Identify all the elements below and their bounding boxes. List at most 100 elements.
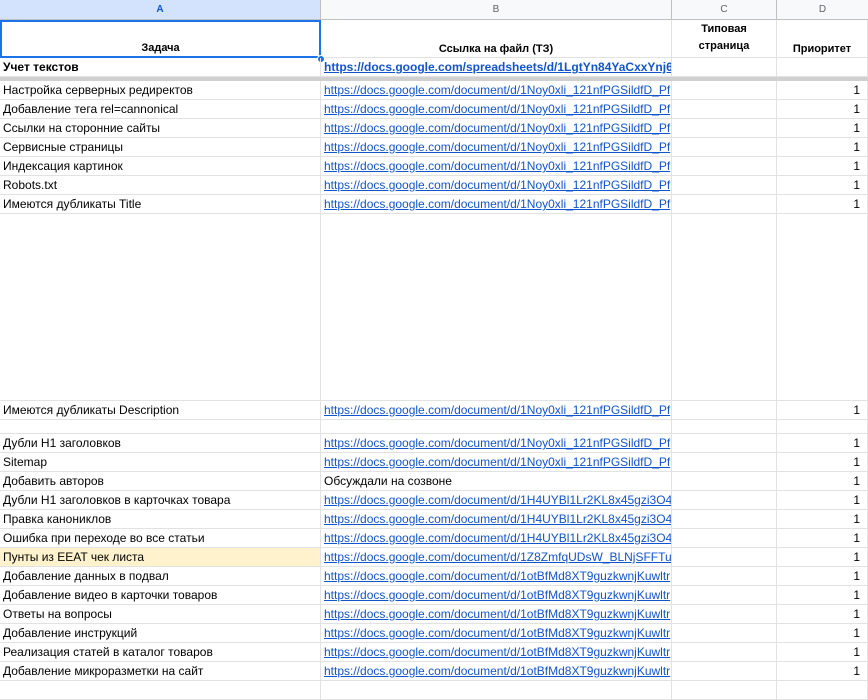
page-cell[interactable] (672, 605, 777, 624)
task-cell[interactable]: Имеются дубликаты Title (0, 195, 321, 214)
header-cell-priority[interactable]: Приоритет (777, 20, 868, 58)
link-cell[interactable]: https://docs.google.com/document/d/1Noy0… (321, 81, 672, 100)
column-header-d[interactable]: D (777, 0, 868, 19)
page-cell[interactable] (672, 624, 777, 643)
priority-cell[interactable]: 1 (777, 567, 868, 586)
task-cell[interactable]: Имеются дубликаты Description (0, 401, 321, 420)
page-cell[interactable] (672, 176, 777, 195)
page-cell[interactable] (672, 81, 777, 100)
page-cell[interactable] (672, 138, 777, 157)
page-cell[interactable] (672, 420, 777, 434)
header-cell-page[interactable]: Типовая страница (672, 20, 777, 58)
link-cell[interactable]: https://docs.google.com/document/d/1Noy0… (321, 401, 672, 420)
priority-cell[interactable] (777, 214, 868, 401)
priority-cell[interactable]: 1 (777, 491, 868, 510)
priority-cell[interactable]: 1 (777, 157, 868, 176)
link-cell[interactable]: https://docs.google.com/spreadsheets/d/1… (321, 58, 672, 77)
task-cell[interactable]: Правка канониклов (0, 510, 321, 529)
page-cell[interactable] (672, 401, 777, 420)
doc-link[interactable]: https://docs.google.com/document/d/1Noy0… (324, 403, 670, 417)
link-cell[interactable]: https://docs.google.com/document/d/1Noy0… (321, 119, 672, 138)
doc-link[interactable]: https://docs.google.com/document/d/1otBf… (324, 588, 670, 602)
priority-cell[interactable]: 1 (777, 138, 868, 157)
doc-link[interactable]: https://docs.google.com/document/d/1otBf… (324, 569, 670, 583)
priority-cell[interactable]: 1 (777, 643, 868, 662)
doc-link[interactable]: https://docs.google.com/document/d/1Noy0… (324, 455, 670, 469)
link-cell[interactable]: https://docs.google.com/document/d/1Noy0… (321, 453, 672, 472)
header-cell-link[interactable]: Ссылка на файл (ТЗ) (321, 20, 672, 58)
page-cell[interactable] (672, 453, 777, 472)
header-cell-task[interactable]: Задача (0, 20, 321, 58)
priority-cell[interactable]: 1 (777, 176, 868, 195)
link-cell[interactable]: https://docs.google.com/document/d/1otBf… (321, 586, 672, 605)
page-cell[interactable] (672, 58, 777, 77)
link-cell[interactable]: https://docs.google.com/document/d/1Noy0… (321, 176, 672, 195)
priority-cell[interactable]: 1 (777, 100, 868, 119)
page-cell[interactable] (672, 119, 777, 138)
task-cell[interactable] (0, 681, 321, 700)
task-cell[interactable]: Настройка серверных редиректов (0, 81, 321, 100)
doc-link[interactable]: https://docs.google.com/document/d/1Noy0… (324, 83, 670, 97)
page-cell[interactable] (672, 529, 777, 548)
doc-link[interactable]: https://docs.google.com/document/d/1H4UY… (324, 493, 671, 507)
link-cell[interactable]: https://docs.google.com/document/d/1Noy0… (321, 157, 672, 176)
page-cell[interactable] (672, 472, 777, 491)
task-cell[interactable]: Добавить авторов (0, 472, 321, 491)
task-cell[interactable]: Ответы на вопросы (0, 605, 321, 624)
priority-cell[interactable]: 1 (777, 605, 868, 624)
task-cell[interactable]: Индексация картинок (0, 157, 321, 176)
task-cell[interactable]: Сервисные страницы (0, 138, 321, 157)
task-cell[interactable]: Ссылки на сторонние сайты (0, 119, 321, 138)
priority-cell[interactable]: 1 (777, 548, 868, 567)
priority-cell[interactable]: 1 (777, 434, 868, 453)
link-cell[interactable]: https://docs.google.com/document/d/1otBf… (321, 662, 672, 681)
priority-cell[interactable]: 1 (777, 119, 868, 138)
priority-cell[interactable]: 1 (777, 529, 868, 548)
doc-link[interactable]: https://docs.google.com/document/d/1otBf… (324, 626, 670, 640)
column-header-c[interactable]: C (672, 0, 777, 19)
priority-cell[interactable]: 1 (777, 453, 868, 472)
task-cell[interactable]: Добавление инструкций (0, 624, 321, 643)
page-cell[interactable] (672, 491, 777, 510)
page-cell[interactable] (672, 548, 777, 567)
link-cell[interactable]: https://docs.google.com/document/d/1Noy0… (321, 195, 672, 214)
task-cell[interactable] (0, 420, 321, 434)
doc-link[interactable]: https://docs.google.com/document/d/1Noy0… (324, 140, 670, 154)
link-cell[interactable]: https://docs.google.com/document/d/1Noy0… (321, 100, 672, 119)
priority-cell[interactable]: 1 (777, 401, 868, 420)
task-cell[interactable]: Robots.txt (0, 176, 321, 195)
link-cell[interactable]: https://docs.google.com/document/d/1Noy0… (321, 434, 672, 453)
task-cell[interactable]: Дубли H1 заголовков (0, 434, 321, 453)
page-cell[interactable] (672, 643, 777, 662)
doc-link[interactable]: https://docs.google.com/document/d/1otBf… (324, 645, 670, 659)
doc-link[interactable]: https://docs.google.com/document/d/1otBf… (324, 607, 670, 621)
link-cell[interactable]: https://docs.google.com/document/d/1otBf… (321, 643, 672, 662)
page-cell[interactable] (672, 195, 777, 214)
page-cell[interactable] (672, 157, 777, 176)
priority-cell[interactable]: 1 (777, 662, 868, 681)
task-cell[interactable]: Добавление данных в подвал (0, 567, 321, 586)
column-header-b[interactable]: B (321, 0, 672, 19)
priority-cell[interactable] (777, 420, 868, 434)
page-cell[interactable] (672, 214, 777, 401)
doc-link[interactable]: https://docs.google.com/document/d/1otBf… (324, 664, 670, 678)
task-cell[interactable]: Добавление тега rel=cannonical (0, 100, 321, 119)
priority-cell[interactable]: 1 (777, 586, 868, 605)
link-cell[interactable] (321, 214, 672, 401)
priority-cell[interactable] (777, 681, 868, 700)
priority-cell[interactable]: 1 (777, 624, 868, 643)
task-cell[interactable]: Sitemap (0, 453, 321, 472)
task-cell[interactable]: Реализация статей в каталог товаров (0, 643, 321, 662)
task-cell[interactable]: Учет текстов (0, 58, 321, 77)
link-cell[interactable]: Обсуждали на созвоне (321, 472, 672, 491)
doc-link[interactable]: https://docs.google.com/document/d/1Noy0… (324, 102, 670, 116)
page-cell[interactable] (672, 567, 777, 586)
link-cell[interactable] (321, 681, 672, 700)
doc-link[interactable]: https://docs.google.com/document/d/1Noy0… (324, 178, 670, 192)
doc-link[interactable]: https://docs.google.com/document/d/1H4UY… (324, 531, 671, 545)
link-cell[interactable]: https://docs.google.com/document/d/1Z8Zm… (321, 548, 672, 567)
page-cell[interactable] (672, 100, 777, 119)
task-cell[interactable]: Дубли H1 заголовков в карточках товара (0, 491, 321, 510)
doc-link[interactable]: https://docs.google.com/document/d/1H4UY… (324, 512, 671, 526)
task-cell[interactable]: Добавление видео в карточки товаров (0, 586, 321, 605)
